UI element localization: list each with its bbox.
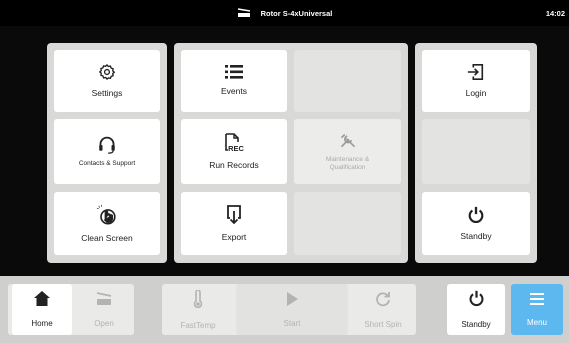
clock: 14:02 xyxy=(545,8,565,18)
status-bar: Rotor S-4xUniversal 14:02 xyxy=(0,0,569,26)
nav-standby-label: Standby xyxy=(461,320,491,329)
nav-fasttemp-button[interactable]: FastTemp xyxy=(164,284,232,335)
menu-icon xyxy=(530,292,544,310)
contacts-support-label: Contacts & Support xyxy=(78,159,136,167)
nav-open-button[interactable]: Open xyxy=(75,284,133,335)
login-icon xyxy=(467,63,485,81)
wrench-screwdriver-icon xyxy=(338,132,358,150)
export-label: Export xyxy=(221,231,247,242)
events-tile[interactable]: Events xyxy=(181,50,287,112)
maintenance-tile[interactable]: Maintenance & Qualification xyxy=(294,119,401,184)
login-tile[interactable]: Login xyxy=(422,50,530,112)
refresh-icon xyxy=(375,291,391,312)
empty-slot xyxy=(294,192,401,255)
nav-fasttemp-label: FastTemp xyxy=(180,320,216,330)
menu-screen: Settings Contacts & Support Clean Screen… xyxy=(0,26,569,276)
nav-short-spin-button[interactable]: Short Spin xyxy=(352,284,414,335)
bottom-nav: Home Open FastTemp Start Short Spin Stan… xyxy=(0,276,569,343)
thermometer-icon xyxy=(193,288,203,313)
rotor-icon xyxy=(237,8,251,18)
maintenance-label: Maintenance & Qualification xyxy=(325,156,370,171)
login-label: Login xyxy=(465,88,487,99)
nav-start-button[interactable]: Start xyxy=(236,284,348,335)
nav-menu-label: Menu xyxy=(526,318,547,327)
nav-home-button[interactable]: Home xyxy=(12,284,72,335)
empty-slot xyxy=(422,119,530,184)
export-tile[interactable]: Export xyxy=(181,192,287,255)
rotor-open-icon xyxy=(96,291,112,311)
events-label: Events xyxy=(221,86,247,97)
nav-standby-button[interactable]: Standby xyxy=(447,284,505,335)
device-title: Rotor S-4xUniversal xyxy=(0,0,569,26)
run-records-label: Run Records xyxy=(209,159,259,170)
power-icon xyxy=(467,206,485,224)
export-icon xyxy=(226,204,242,225)
settings-label: Settings xyxy=(91,88,123,99)
nav-home-label: Home xyxy=(31,319,53,328)
device-name: Rotor S-4xUniversal xyxy=(260,8,333,18)
contacts-support-tile[interactable]: Contacts & Support xyxy=(54,119,160,184)
clean-screen-label: Clean Screen xyxy=(81,232,133,243)
home-icon xyxy=(34,291,50,311)
record-file-icon: REC xyxy=(223,132,245,153)
standby-tile[interactable]: Standby xyxy=(422,192,530,255)
svg-text:REC: REC xyxy=(228,144,244,153)
power-icon xyxy=(468,290,485,312)
nav-short-spin-label: Short Spin xyxy=(364,319,402,329)
clean-screen-tile[interactable]: Clean Screen xyxy=(54,192,160,255)
run-records-tile[interactable]: REC Run Records xyxy=(181,119,287,184)
headset-icon xyxy=(97,136,117,154)
nav-start-label: Start xyxy=(283,318,301,328)
settings-tile[interactable]: Settings xyxy=(54,50,160,112)
standby-label: Standby xyxy=(460,230,492,241)
list-icon xyxy=(225,65,243,79)
play-icon xyxy=(286,291,298,311)
nav-open-label: Open xyxy=(94,318,114,328)
empty-slot xyxy=(294,50,401,112)
gear-icon xyxy=(98,63,116,81)
hand-touch-icon xyxy=(96,204,118,226)
nav-menu-button[interactable]: Menu xyxy=(511,284,563,335)
